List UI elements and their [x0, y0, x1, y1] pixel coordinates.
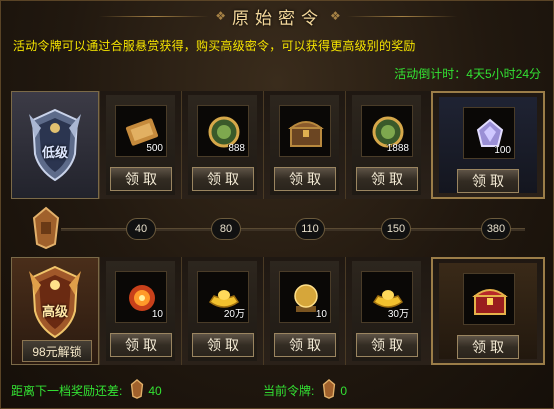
- golden-orb-icon: 10: [279, 271, 331, 323]
- premium-grand-reward-cell: 领取: [431, 257, 545, 365]
- basic-reward-cell: 领取: [263, 91, 345, 199]
- fire-orb-icon: 10: [115, 271, 167, 323]
- next-reward-info: 距离下一档奖励还差: 40: [11, 379, 162, 402]
- treasure-chest-icon: [279, 105, 331, 157]
- claim-button[interactable]: 领取: [457, 335, 519, 359]
- jade-token-icon: 888: [197, 105, 249, 157]
- event-description: 活动令牌可以通过合服悬赏获得，购买高级密令，可以获得更高级别的奖励: [13, 39, 416, 53]
- basic-tier-label: 低级: [41, 146, 68, 161]
- reward-qty: 30万: [387, 309, 409, 320]
- claim-button[interactable]: 领取: [356, 167, 418, 191]
- countdown: 活动倒计时：4天5小时24分: [394, 65, 541, 82]
- jade-token-icon: 1888: [361, 105, 413, 157]
- basic-reward-row: 低级 500 领取 888 领取 领取 1888 领取 100 领取: [11, 91, 545, 199]
- claim-button[interactable]: 领取: [192, 167, 254, 191]
- milestone-marker: 150: [381, 218, 411, 240]
- basic-reward-cell: 888 领取: [181, 91, 263, 199]
- reward-qty: 500: [146, 143, 163, 154]
- basic-reward-cell: 1888 领取: [345, 91, 427, 199]
- unlock-premium-button[interactable]: 98元解锁: [22, 340, 92, 362]
- premium-reward-cell: 20万 领取: [181, 257, 263, 365]
- title-divider-right: [346, 15, 457, 17]
- premium-reward-cell: 10 领取: [99, 257, 181, 365]
- red-treasure-chest-icon: [463, 273, 515, 325]
- reward-qty: 20万: [223, 309, 245, 320]
- gold-shield-icon: 高级: [25, 265, 85, 339]
- premium-tier-label: 高级: [41, 305, 68, 320]
- token-progress-track: 40 80 110 150 380: [11, 201, 545, 257]
- reward-qty: 1888: [386, 143, 409, 154]
- scroll-icon: 500: [115, 105, 167, 157]
- current-token-info: 当前令牌: 0: [263, 379, 347, 402]
- secret-pass-panel: ❖ 原始密令 ❖ 活动令牌可以通过合服悬赏获得，购买高级密令，可以获得更高级别的…: [0, 0, 554, 409]
- title-divider-left: [99, 15, 210, 17]
- title-bar: ❖ 原始密令 ❖: [1, 1, 554, 31]
- countdown-label: 活动倒计时：: [394, 67, 467, 81]
- basic-grand-reward-cell: 100 领取: [431, 91, 545, 199]
- basic-reward-cell: 500 领取: [99, 91, 181, 199]
- milestone-marker: 380: [481, 218, 511, 240]
- title-ornament-left-icon: ❖: [215, 9, 226, 23]
- claim-button[interactable]: 领取: [274, 333, 336, 357]
- title-ornament-right-icon: ❖: [330, 9, 341, 23]
- next-reward-label: 距离下一档奖励还差:: [11, 384, 123, 398]
- reward-qty: 888: [228, 143, 245, 154]
- gold-ingot-icon: 20万: [197, 271, 249, 323]
- claim-button[interactable]: 领取: [457, 169, 519, 193]
- premium-reward-cell: 10 领取: [263, 257, 345, 365]
- premium-reward-row: 高级 98元解锁 10 领取 20万 领取 10 领取 30万 领取 领取: [11, 257, 545, 365]
- claim-button[interactable]: 领取: [274, 167, 336, 191]
- crystal-gem-icon: 100: [463, 107, 515, 159]
- token-icon: [31, 206, 61, 254]
- milestone-marker: 80: [211, 218, 241, 240]
- premium-reward-cell: 30万 领取: [345, 257, 427, 365]
- reward-qty: 10: [151, 309, 163, 320]
- gold-ingot-icon: 30万: [361, 271, 413, 323]
- current-token-value: 0: [340, 383, 348, 398]
- current-token-label: 当前令牌:: [263, 384, 315, 398]
- claim-button[interactable]: 领取: [110, 333, 172, 357]
- claim-button[interactable]: 领取: [110, 167, 172, 191]
- token-icon: [130, 379, 144, 402]
- countdown-value: 4天5小时24分: [466, 67, 541, 81]
- next-reward-value: 40: [148, 383, 162, 398]
- reward-qty: 100: [494, 145, 511, 156]
- basic-tier-badge: 低级: [11, 91, 99, 199]
- reward-qty: 10: [315, 309, 327, 320]
- claim-button[interactable]: 领取: [192, 333, 254, 357]
- milestone-marker: 40: [126, 218, 156, 240]
- premium-tier-badge: 高级 98元解锁: [11, 257, 99, 365]
- milestone-marker: 110: [295, 218, 325, 240]
- silver-shield-icon: 低级: [25, 108, 85, 182]
- page-title: 原始密令: [232, 8, 324, 29]
- claim-button[interactable]: 领取: [356, 333, 418, 357]
- token-icon: [322, 379, 336, 402]
